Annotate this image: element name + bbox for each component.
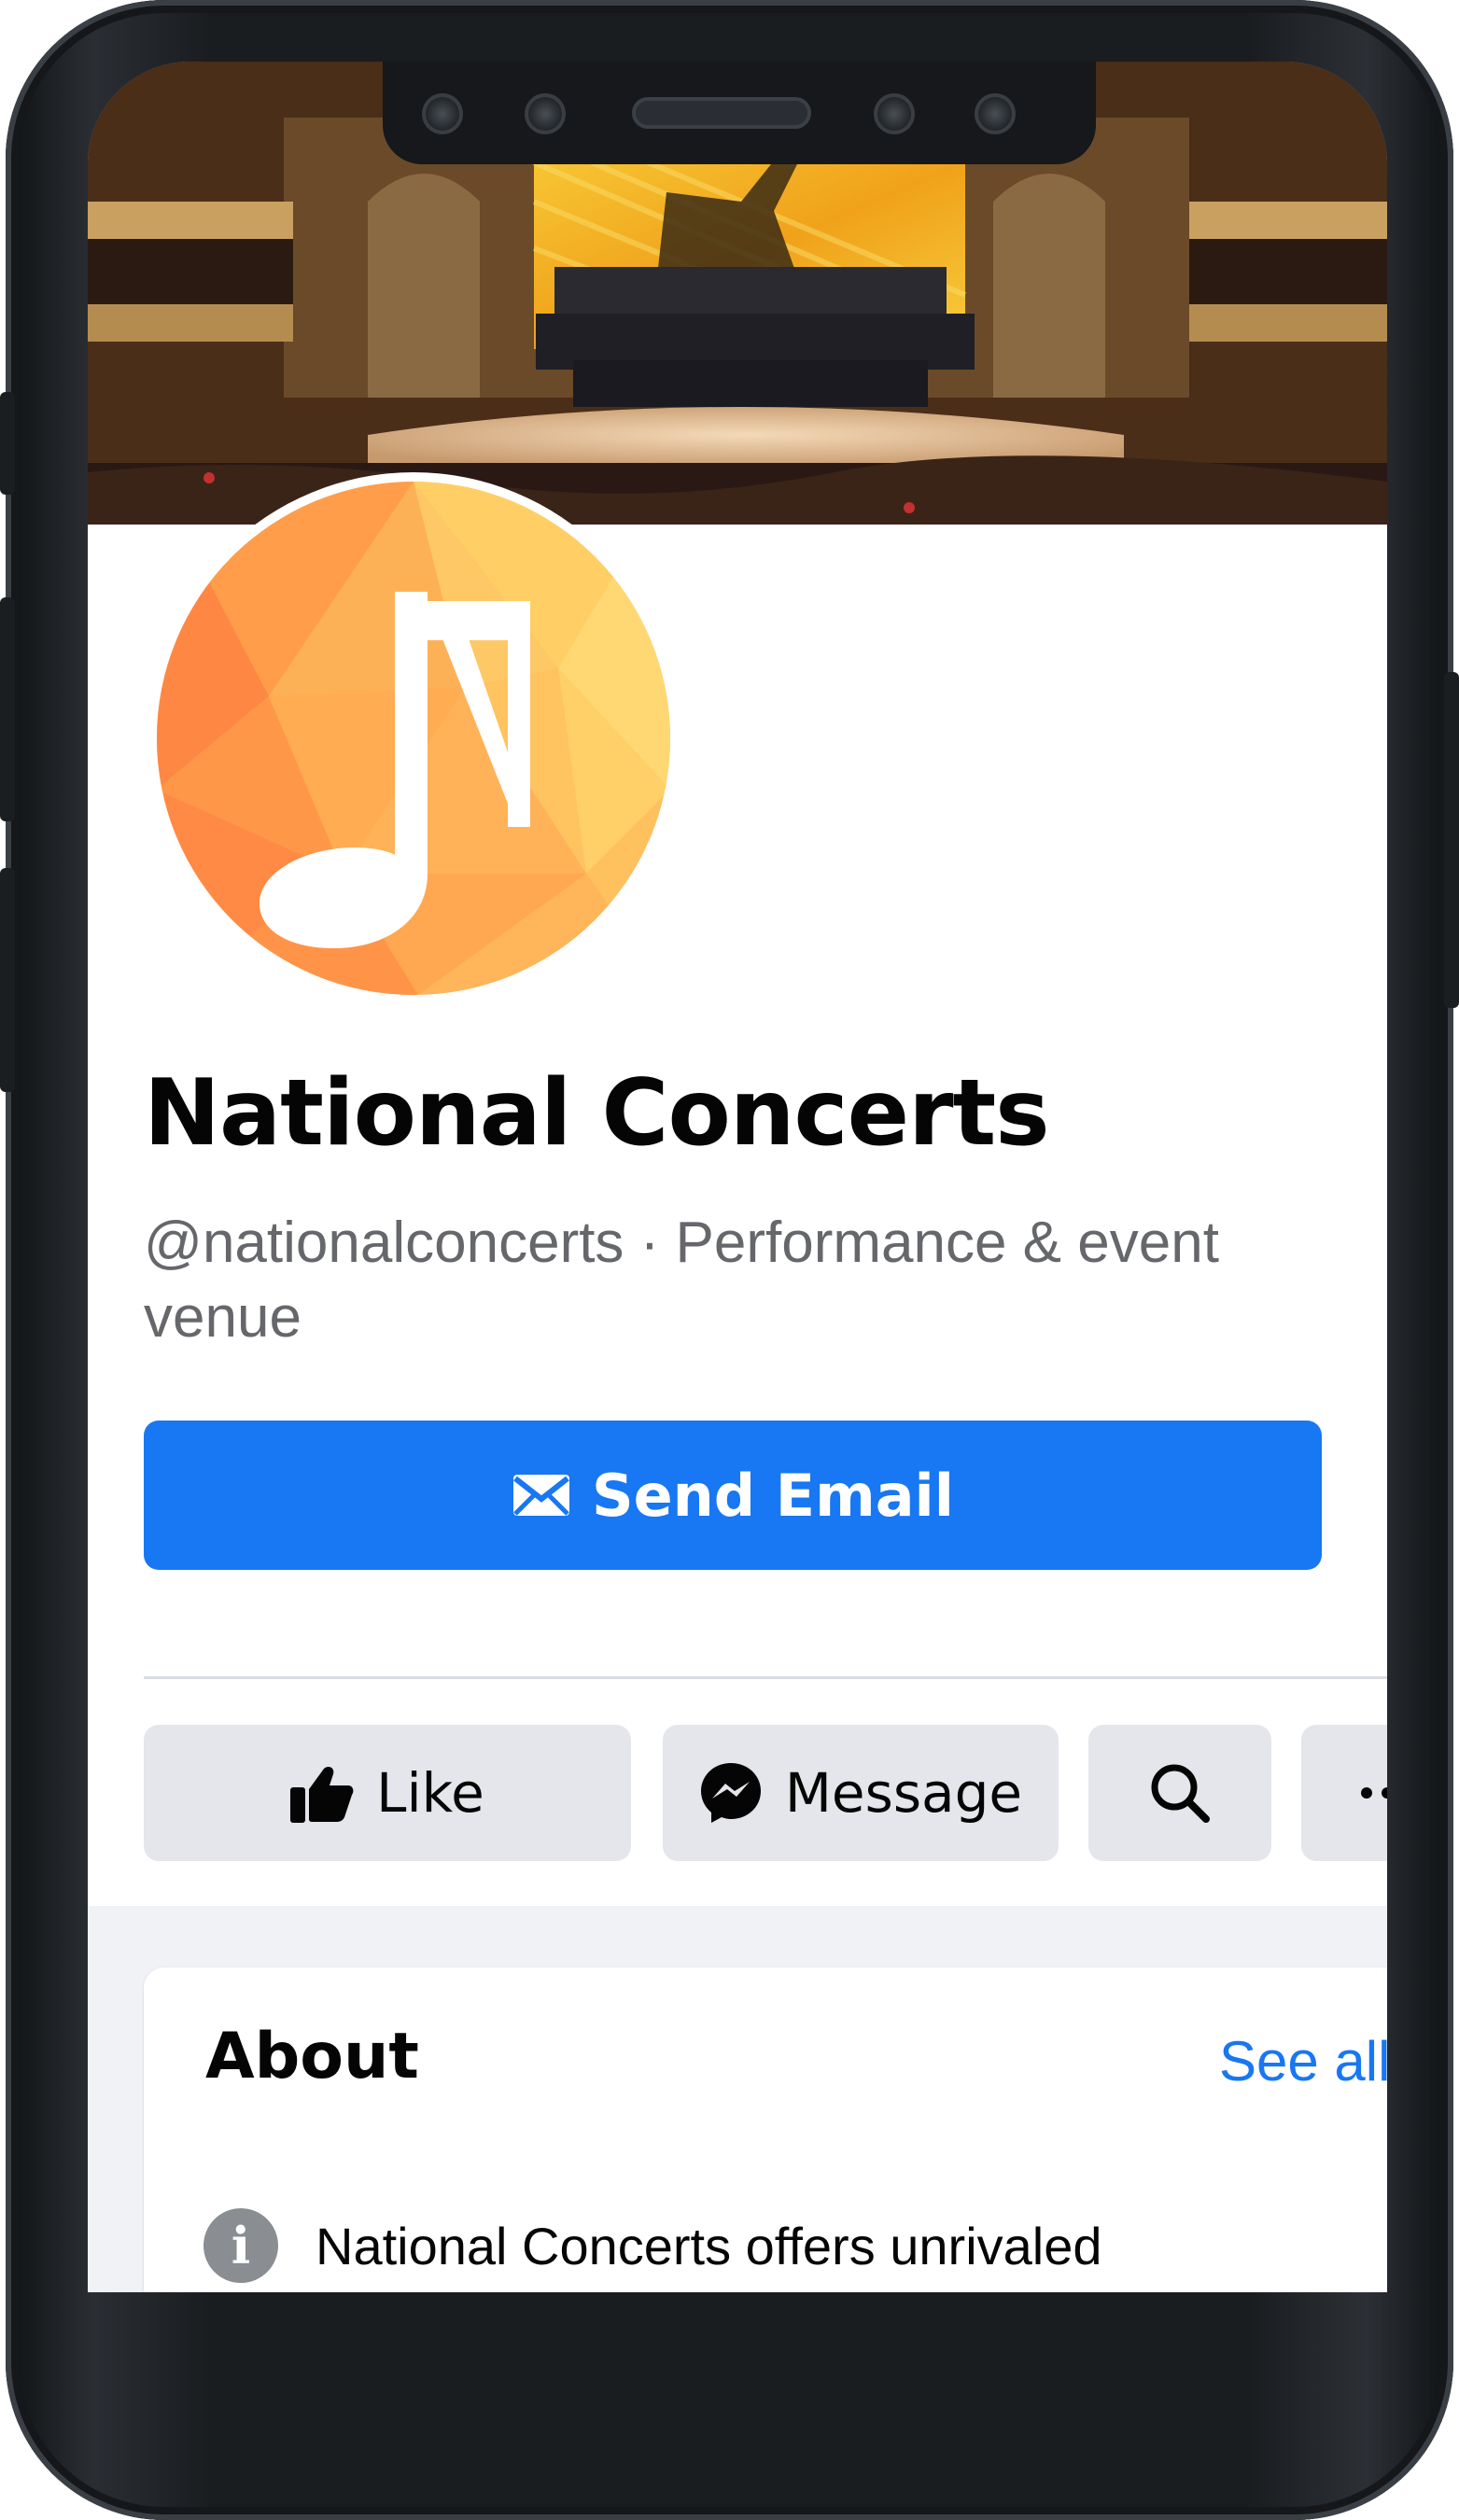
search-icon: [1151, 1764, 1210, 1823]
message-button[interactable]: Message: [663, 1725, 1059, 1861]
send-email-button[interactable]: Send Email: [144, 1421, 1322, 1570]
about-title: About: [205, 2020, 419, 2093]
about-card: About See all i National Concerts offers…: [144, 1967, 1387, 2292]
like-label: Like: [376, 1761, 484, 1825]
info-icon: i: [203, 2208, 278, 2283]
camera-icon: [525, 93, 566, 134]
like-button[interactable]: Like: [144, 1725, 631, 1861]
page-subtitle: @nationalconcerts · Performance & event …: [144, 1211, 1219, 1350]
about-description-row: i National Concerts offers unrivaled: [203, 2208, 1102, 2283]
messenger-icon: [700, 1763, 761, 1823]
more-button[interactable]: [1301, 1725, 1387, 1861]
side-button: [0, 868, 15, 1092]
speaker-grille: [632, 97, 811, 129]
side-button: [0, 392, 15, 495]
send-email-label: Send Email: [591, 1461, 955, 1530]
sensor-icon: [422, 93, 463, 134]
thumbs-up-icon: [290, 1767, 354, 1823]
music-note-logo: [157, 482, 670, 995]
camera-icon: [874, 93, 915, 134]
see-all-link[interactable]: See all: [1219, 2029, 1387, 2093]
side-button: [0, 597, 15, 821]
phone-frame: National Concerts @nationalconcerts · Pe…: [0, 0, 1459, 2520]
phone-notch: [383, 62, 1096, 164]
message-label: Message: [784, 1761, 1023, 1825]
side-button: [1444, 672, 1459, 1008]
about-description: National Concerts offers unrivaled: [316, 2216, 1102, 2275]
screen: National Concerts @nationalconcerts · Pe…: [88, 62, 1387, 2292]
divider: [144, 1676, 1387, 1679]
page-title: National Concerts: [144, 1060, 1050, 1167]
sensor-icon: [975, 93, 1016, 134]
search-button[interactable]: [1088, 1725, 1271, 1861]
more-icon: [1361, 1787, 1387, 1799]
envelope-icon: [512, 1475, 569, 1516]
avatar[interactable]: [147, 472, 680, 1004]
